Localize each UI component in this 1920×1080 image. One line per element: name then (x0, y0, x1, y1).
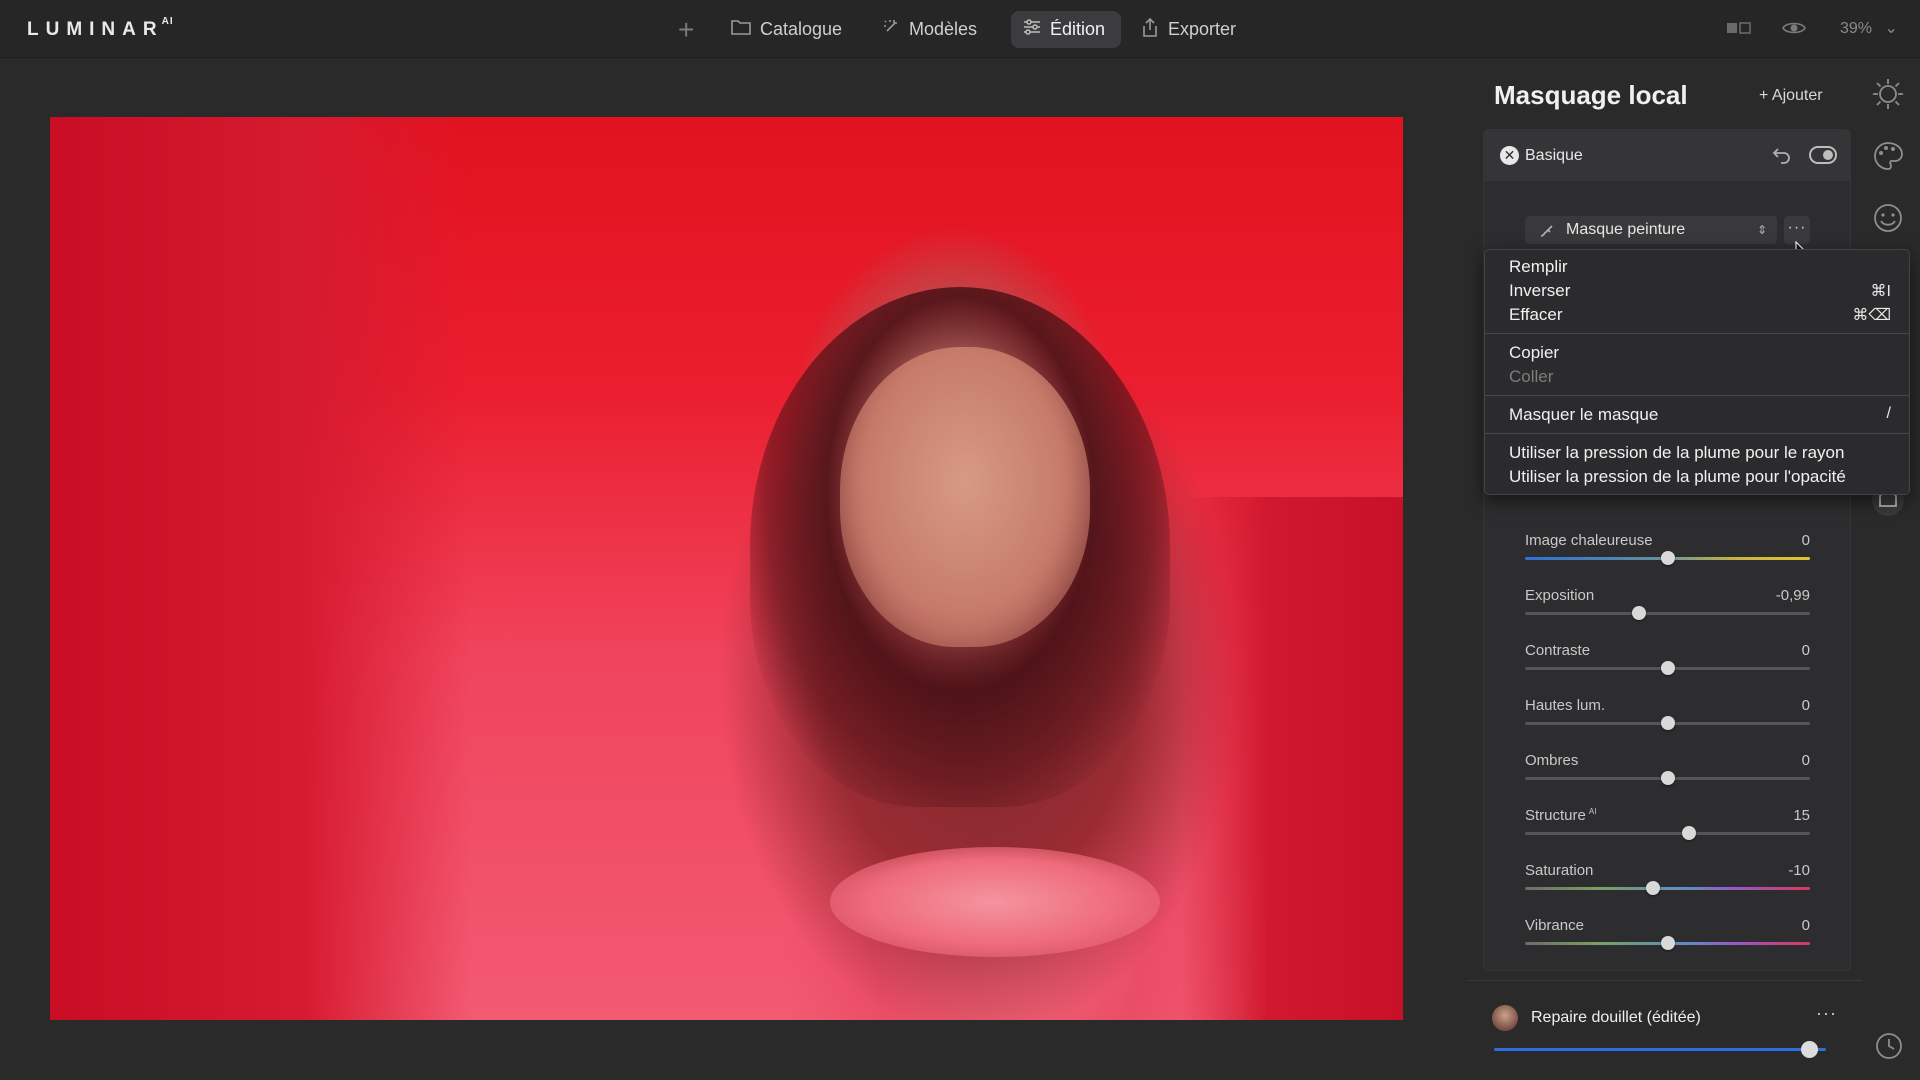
menu-divider (1485, 395, 1909, 396)
brush-icon (1539, 216, 1555, 244)
tab-exporter[interactable]: Exporter (1141, 11, 1236, 48)
tool-visibility-toggle[interactable] (1809, 146, 1837, 164)
panel-title: Masquage local (1494, 80, 1688, 110)
mask-mode-select[interactable]: Masque peinture ⇕ (1525, 216, 1777, 244)
preset-amount-track[interactable] (1494, 1048, 1826, 1051)
slider-image-chaleureuse[interactable]: Image chaleureuse 0 (1525, 532, 1810, 578)
eye-icon[interactable] (1782, 18, 1806, 38)
tab-edition[interactable]: Édition (1011, 11, 1121, 48)
slider-ombres[interactable]: Ombres 0 (1525, 752, 1810, 798)
slider-structure[interactable]: Structure AI 15 (1525, 807, 1810, 853)
undo-icon[interactable] (1772, 145, 1792, 171)
mask-overlay-right (1180, 497, 1403, 1020)
app-logo: LUMINARAI (27, 15, 174, 40)
slider-contraste[interactable]: Contraste 0 (1525, 642, 1810, 688)
chevron-down-icon: ⌄ (1884, 20, 1898, 37)
share-icon (1141, 17, 1159, 42)
close-tool-icon[interactable]: ✕ (1500, 146, 1519, 165)
menu-divider (1485, 433, 1909, 434)
shortcut-effacer: ⌘⌫ (1852, 307, 1891, 324)
footer-divider (1468, 980, 1862, 981)
subject-face (840, 347, 1090, 647)
menu-item-coller[interactable]: Coller (1509, 367, 1553, 387)
slider-knob[interactable] (1660, 771, 1675, 785)
photo-canvas[interactable] (50, 117, 1403, 1020)
shortcut-inverser: ⌘I (1870, 283, 1891, 300)
top-bar: LUMINARAI + Catalogue Modèles Édition Ex… (0, 0, 1920, 58)
slider-knob[interactable] (1660, 551, 1675, 565)
menu-item-copier[interactable]: Copier (1509, 343, 1559, 363)
slider-knob[interactable] (1660, 936, 1675, 950)
mask-more-button[interactable]: ··· (1784, 216, 1810, 244)
sparkle-icon (882, 18, 900, 41)
preset-name: Repaire douillet (éditée) (1531, 1009, 1701, 1026)
sun-icon[interactable] (1870, 76, 1906, 112)
preset-thumbnail (1492, 1005, 1518, 1031)
slider-knob[interactable] (1660, 661, 1675, 675)
history-clock-icon[interactable] (1873, 1030, 1905, 1062)
slider-vibrance[interactable]: Vibrance 0 (1525, 917, 1810, 963)
shortcut-masquer: / (1886, 405, 1891, 422)
zoom-dropdown[interactable]: 39% ⌄ (1840, 18, 1898, 38)
slider-saturation[interactable]: Saturation -10 (1525, 862, 1810, 908)
add-tool-button[interactable]: + Ajouter (1759, 87, 1823, 105)
mask-context-menu: Remplir Inverser ⌘I Effacer ⌘⌫ Copier Co… (1484, 249, 1910, 495)
slider-knob[interactable] (1681, 826, 1696, 840)
preset-amount-knob[interactable] (1801, 1041, 1819, 1058)
slider-track[interactable] (1525, 887, 1810, 890)
menu-item-effacer[interactable]: Effacer (1509, 305, 1563, 325)
chevron-updown-icon: ⇕ (1756, 223, 1767, 237)
slider-track[interactable] (1525, 832, 1810, 835)
slider-track[interactable] (1525, 612, 1810, 615)
compare-view-icon[interactable] (1725, 18, 1753, 38)
menu-item-pression-rayon[interactable]: Utiliser la pression de la plume pour le… (1509, 443, 1844, 463)
menu-item-pression-opacite[interactable]: Utiliser la pression de la plume pour l'… (1509, 467, 1846, 487)
menu-item-remplir[interactable]: Remplir (1509, 257, 1568, 277)
slider-knob[interactable] (1646, 881, 1661, 895)
slider-knob[interactable] (1660, 716, 1675, 730)
menu-divider (1485, 333, 1909, 334)
slider-knob[interactable] (1632, 606, 1646, 620)
tab-modeles[interactable]: Modèles (882, 11, 977, 48)
menu-item-inverser[interactable]: Inverser (1509, 281, 1570, 301)
sliders-icon (1023, 19, 1041, 40)
subject-plate (830, 847, 1160, 957)
slider-exposition[interactable]: Exposition -0,99 (1525, 587, 1810, 633)
tab-catalogue[interactable]: Catalogue (731, 11, 842, 48)
tool-name: Basique (1525, 147, 1583, 164)
palette-icon[interactable] (1870, 138, 1906, 174)
folder-icon (731, 19, 751, 40)
preset-more-button[interactable]: ··· (1816, 1003, 1837, 1024)
portrait-smile-icon[interactable] (1870, 200, 1906, 236)
slider-hautes-lumieres[interactable]: Hautes lum. 0 (1525, 697, 1810, 743)
add-images-button[interactable]: + (678, 11, 694, 48)
mask-overlay-left (50, 117, 470, 1020)
menu-item-masquer-le-masque[interactable]: Masquer le masque (1509, 405, 1658, 425)
